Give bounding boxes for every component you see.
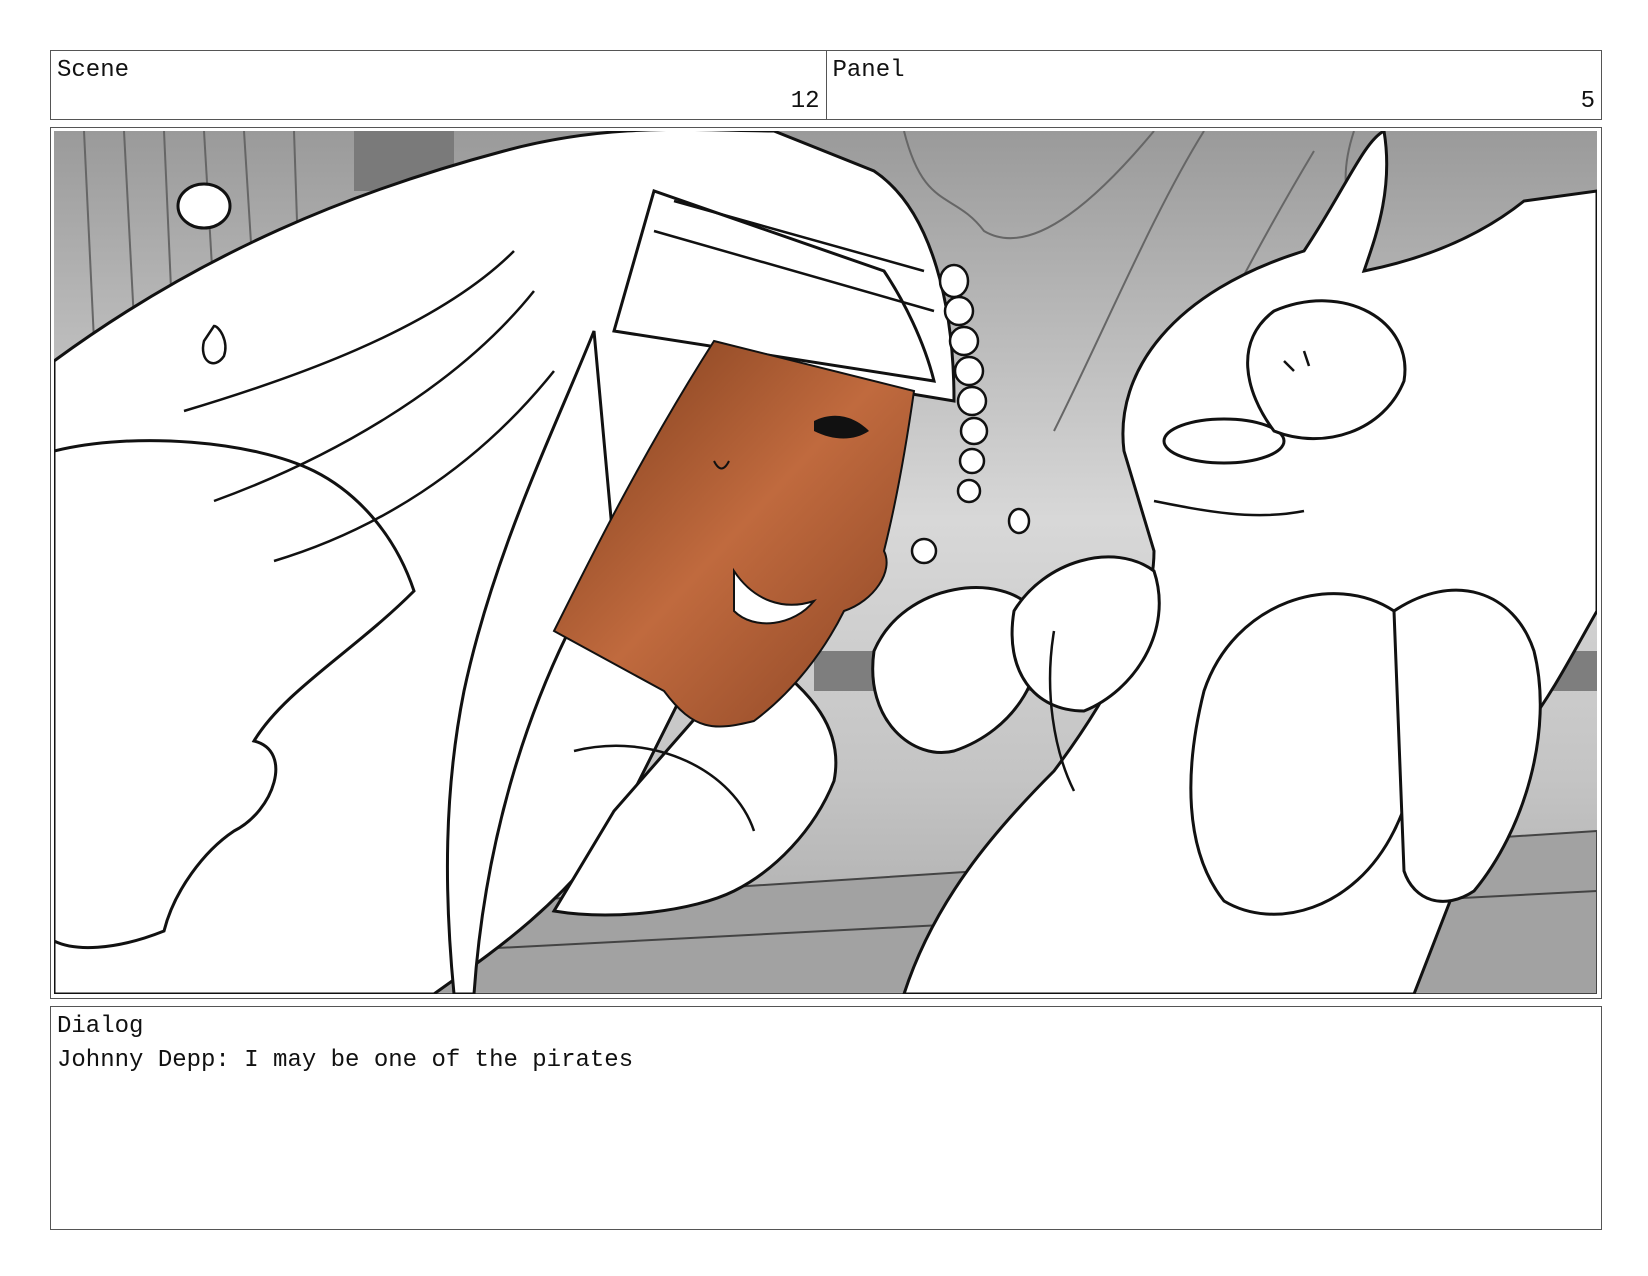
storyboard-sketch-image bbox=[54, 131, 1597, 994]
scene-cell: Scene 12 bbox=[51, 51, 826, 119]
dialog-label: Dialog bbox=[57, 1013, 144, 1040]
dialog-text: Johnny Depp: I may be one of the pirates bbox=[57, 1047, 634, 1074]
dialog-box: Dialog Johnny Depp: I may be one of the … bbox=[50, 1006, 1602, 1230]
scene-label: Scene bbox=[57, 57, 130, 84]
storyboard-frame bbox=[50, 127, 1602, 999]
panel-header: Scene 12 Panel 5 bbox=[50, 50, 1602, 120]
scene-number: 12 bbox=[790, 88, 820, 115]
panel-cell: Panel 5 bbox=[825, 51, 1602, 119]
panel-number: 5 bbox=[1580, 88, 1595, 115]
panel-label: Panel bbox=[832, 57, 905, 84]
